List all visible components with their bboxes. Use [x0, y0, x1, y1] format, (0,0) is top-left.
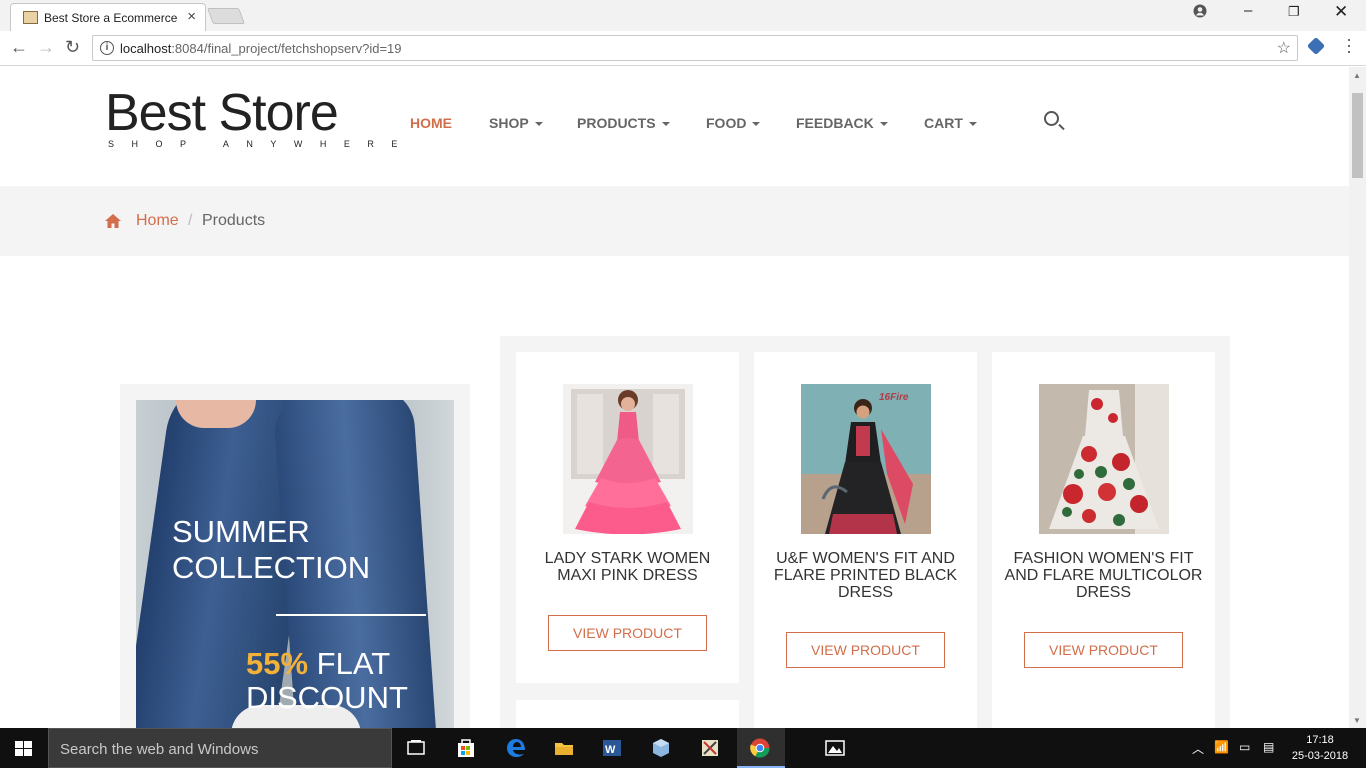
- nav-products-label: PRODUCTS: [577, 115, 656, 131]
- promo-flat: FLAT: [316, 646, 391, 681]
- site-logo[interactable]: Best Store SHOP ANYWHERE: [105, 85, 415, 149]
- view-product-button[interactable]: VIEW PRODUCT: [1024, 632, 1183, 668]
- edge-icon[interactable]: [505, 737, 527, 759]
- tab-close-icon[interactable]: ×: [187, 8, 196, 25]
- profile-icon[interactable]: [1193, 4, 1207, 22]
- caret-down-icon: [752, 122, 761, 127]
- nav-feedback-label: FEEDBACK: [796, 115, 874, 131]
- scroll-down-icon[interactable]: ▼: [1353, 716, 1361, 725]
- tray-chevron-up-icon[interactable]: ︿: [1192, 740, 1204, 757]
- product-card: FASHION WOMEN'S FIT AND FLARE MULTICOLOR…: [992, 352, 1215, 728]
- caret-down-icon: [534, 122, 543, 127]
- url-host: localhost: [120, 41, 172, 56]
- caret-down-icon: [661, 122, 670, 127]
- reload-icon[interactable]: ↻: [65, 37, 80, 58]
- menu-kebab-icon[interactable]: · · ·: [1345, 30, 1353, 60]
- breadcrumb: Home / Products: [0, 186, 1349, 256]
- clock-time: 17:18: [1306, 734, 1334, 746]
- bookmark-star-icon[interactable]: ☆: [1277, 38, 1291, 58]
- scrollbar-thumb[interactable]: [1352, 93, 1363, 178]
- product-name: U&F WOMEN'S FIT AND FLARE PRINTED BLACK …: [773, 550, 958, 601]
- new-tab-button[interactable]: [207, 8, 245, 24]
- view-product-button[interactable]: VIEW PRODUCT: [548, 615, 707, 651]
- info-icon[interactable]: i: [100, 41, 114, 55]
- browser-tab[interactable]: Best Store a Ecommerce ×: [10, 3, 206, 31]
- promo-headline: SUMMER COLLECTION: [172, 514, 370, 586]
- promo-offer: 55% FLAT DISCOUNT: [246, 647, 408, 715]
- tab-title: Best Store a Ecommerce: [44, 11, 178, 25]
- breadcrumb-home-link[interactable]: Home: [136, 212, 179, 230]
- nav-shop-label: SHOP: [489, 115, 529, 131]
- product-grid: LADY STARK WOMEN MAXI PINK DRESS VIEW PR…: [500, 336, 1230, 728]
- url-text: localhost:8084/final_project/fetchshopse…: [120, 41, 402, 56]
- product-card: [516, 700, 739, 728]
- photos-icon[interactable]: [824, 737, 846, 759]
- product-image-floral-dress[interactable]: [1039, 384, 1169, 534]
- breadcrumb-current: Products: [202, 212, 266, 229]
- clock-date: 25-03-2018: [1291, 750, 1349, 762]
- browser-toolbar: ← → ↻ i localhost:8084/final_project/fet…: [0, 31, 1366, 66]
- promo-panel: SUMMER COLLECTION 55% FLAT DISCOUNT: [120, 384, 470, 728]
- back-icon[interactable]: ←: [10, 37, 28, 58]
- home-icon: [105, 214, 121, 228]
- promo-divider: [276, 614, 426, 616]
- promo-line1: SUMMER: [172, 514, 310, 549]
- product-name: LADY STARK WOMEN MAXI PINK DRESS: [544, 550, 711, 584]
- search-icon[interactable]: [1044, 111, 1059, 126]
- notification-icon[interactable]: ▤: [1263, 740, 1274, 754]
- windows-start-icon[interactable]: [15, 741, 32, 756]
- nav-home[interactable]: HOME: [410, 115, 452, 131]
- brand-tagline: SHOP ANYWHERE: [108, 139, 415, 149]
- file-explorer-icon[interactable]: [553, 737, 575, 759]
- svg-text:W: W: [605, 744, 616, 756]
- word-icon[interactable]: W: [601, 737, 623, 759]
- nav-shop[interactable]: SHOP: [489, 115, 543, 131]
- web-page: Best Store SHOP ANYWHERE HOME SHOP PRODU…: [0, 67, 1349, 728]
- browser-tab-strip: Best Store a Ecommerce × – ❐ ✕: [0, 0, 1366, 31]
- brand-name: Best Store: [105, 84, 339, 142]
- favicon-icon: [23, 11, 38, 24]
- caret-down-icon: [968, 122, 977, 127]
- close-window-icon[interactable]: ✕: [1334, 2, 1348, 22]
- product-card: LADY STARK WOMEN MAXI PINK DRESS VIEW PR…: [516, 352, 739, 683]
- breadcrumb-separator: /: [188, 212, 193, 229]
- product-name: FASHION WOMEN'S FIT AND FLARE MULTICOLOR…: [1004, 550, 1203, 601]
- svg-text:16Fire: 16Fire: [879, 392, 909, 403]
- virtualbox-icon[interactable]: [650, 737, 672, 759]
- product-image-pink-dress[interactable]: [563, 384, 693, 534]
- view-product-button[interactable]: VIEW PRODUCT: [786, 632, 945, 668]
- nav-feedback[interactable]: FEEDBACK: [796, 115, 888, 131]
- nav-cart[interactable]: CART: [924, 115, 977, 131]
- promo-discount: DISCOUNT: [246, 680, 408, 715]
- store-icon[interactable]: [455, 737, 477, 759]
- promo-banner[interactable]: SUMMER COLLECTION 55% FLAT DISCOUNT: [136, 400, 454, 728]
- product-image-black-dress[interactable]: 16Fire: [801, 384, 931, 534]
- restore-icon[interactable]: ❐: [1288, 4, 1300, 20]
- nav-cart-label: CART: [924, 115, 963, 131]
- nav-food[interactable]: FOOD: [706, 115, 761, 131]
- taskbar-clock[interactable]: 17:18 25-03-2018: [1290, 732, 1350, 764]
- address-bar[interactable]: i localhost:8084/final_project/fetchshop…: [92, 35, 1298, 61]
- task-view-icon[interactable]: [405, 737, 427, 759]
- battery-icon[interactable]: ▭: [1239, 740, 1250, 754]
- forward-icon[interactable]: →: [37, 37, 55, 58]
- scroll-up-icon[interactable]: ▲: [1353, 71, 1361, 80]
- nav-food-label: FOOD: [706, 115, 747, 131]
- url-path: :8084/final_project/fetchshopserv?id=19: [171, 41, 402, 56]
- taskbar-search-box[interactable]: Search the web and Windows: [48, 728, 392, 768]
- network-icon[interactable]: 📶: [1214, 740, 1229, 754]
- chrome-icon[interactable]: [749, 737, 771, 759]
- product-card: 16Fire U&F WOMEN'S FIT AND FLARE PRINTED…: [754, 352, 977, 728]
- taskbar-search-placeholder: Search the web and Windows: [60, 741, 259, 758]
- taskbar: Search the web and Windows W ︿ 📶 ▭ ▤ 17:…: [0, 728, 1366, 768]
- promo-percent: 55%: [246, 646, 309, 681]
- nav-products[interactable]: PRODUCTS: [577, 115, 670, 131]
- page-scrollbar[interactable]: ▲ ▼: [1349, 67, 1366, 728]
- tools-icon[interactable]: [699, 737, 721, 759]
- caret-down-icon: [879, 122, 888, 127]
- promo-line2: COLLECTION: [172, 550, 371, 585]
- minimize-icon[interactable]: –: [1244, 2, 1252, 19]
